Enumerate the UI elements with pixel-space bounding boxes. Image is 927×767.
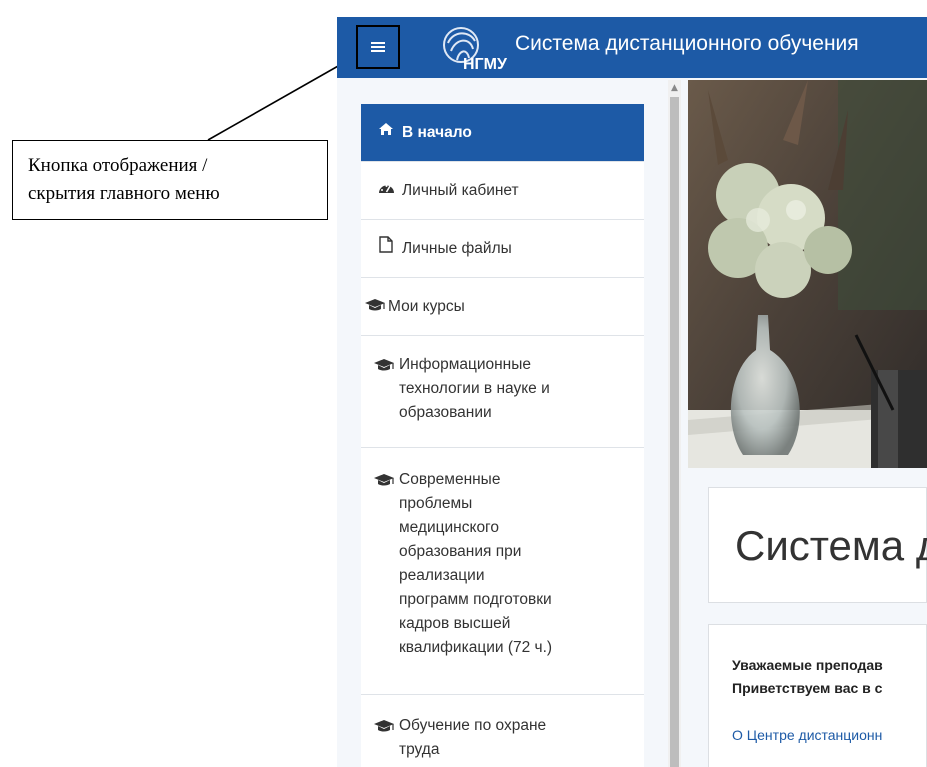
sidebar-scrollbar[interactable]: ▲ (668, 80, 681, 767)
annotation-line-2: скрытия главного меню (28, 183, 220, 204)
sidebar-item-label-line: Информационные (399, 356, 532, 373)
menu-toggle-button[interactable] (356, 25, 400, 69)
sidebar-item-label-line: образования при (399, 543, 522, 560)
sidebar-item-label-line: образовании (399, 404, 492, 421)
annotation-callout: Кнопка отображения / скрытия главного ме… (12, 140, 328, 220)
top-navbar: НГМУ Система дистанционного обучения (337, 17, 927, 78)
graduation-cap-icon (373, 356, 394, 380)
sidebar-item-my-courses[interactable]: Мои курсы (361, 278, 644, 336)
hamburger-icon (371, 42, 385, 52)
page-header-card: Система д (708, 487, 927, 603)
sidebar-item-label-line: программ подготовки (399, 591, 552, 608)
dashboard-icon (376, 179, 396, 203)
sidebar-item-label-line: Обучение по охране (399, 717, 547, 734)
sidebar-item-label-line: квалификации (72 ч.) (399, 639, 553, 656)
about-center-link[interactable]: О Центре дистанционн (732, 727, 882, 743)
main-menu: В начало Личный кабинет Личные файлы Мои… (361, 104, 644, 767)
annotation-line-1: Кнопка отображения / (28, 155, 208, 176)
sidebar-item-files[interactable]: Личные файлы (361, 220, 644, 278)
sidebar-item-label: В начало (402, 124, 472, 141)
ngmu-logo: НГМУ (443, 27, 508, 73)
sidebar-item-label-line: медицинского (399, 519, 499, 536)
hero-image (688, 80, 927, 468)
file-icon (376, 236, 396, 261)
sidebar-item-label-line: проблемы (399, 495, 473, 512)
graduation-cap-icon (373, 471, 394, 495)
sidebar-item-home[interactable]: В начало (361, 104, 644, 162)
intro-text-line-2: Приветствуем вас в с (732, 680, 883, 696)
sidebar-item-label-line: Современные (399, 471, 501, 488)
sidebar-item-label: Личные файлы (402, 240, 512, 257)
sidebar-item-course-medical-education[interactable]: Современные проблемы медицинского образо… (361, 448, 644, 695)
graduation-cap-icon (373, 717, 394, 741)
sidebar-item-label-line: технологии в науке и (399, 380, 550, 397)
page-title: Система д (735, 522, 927, 569)
app-window: НГМУ Система дистанционного обучения В н… (337, 17, 927, 767)
scroll-up-arrow-icon[interactable]: ▲ (668, 82, 681, 94)
home-icon (376, 120, 396, 144)
sidebar-item-label-line: кадров высшей (399, 615, 511, 632)
sidebar-item-course-it[interactable]: Информационные технологии в науке и обра… (361, 336, 644, 448)
graduation-cap-icon (364, 296, 385, 320)
sidebar-item-dashboard[interactable]: Личный кабинет (361, 162, 644, 220)
sidebar-item-label: Мои курсы (388, 298, 465, 315)
sidebar-item-label-line: реализации (399, 567, 485, 584)
intro-text-line-1: Уважаемые преподав (732, 657, 883, 673)
scroll-thumb[interactable] (670, 97, 679, 767)
welcome-card: Уважаемые преподав Приветствуем вас в с … (708, 624, 927, 767)
site-title[interactable]: Система дистанционного обучения (515, 32, 859, 56)
sidebar-item-course-labor-safety[interactable]: Обучение по охране труда (361, 695, 644, 767)
sidebar-item-label-line: труда (399, 741, 440, 758)
sidebar-item-label: Личный кабинет (402, 182, 519, 199)
logo-text: НГМУ (463, 56, 508, 73)
